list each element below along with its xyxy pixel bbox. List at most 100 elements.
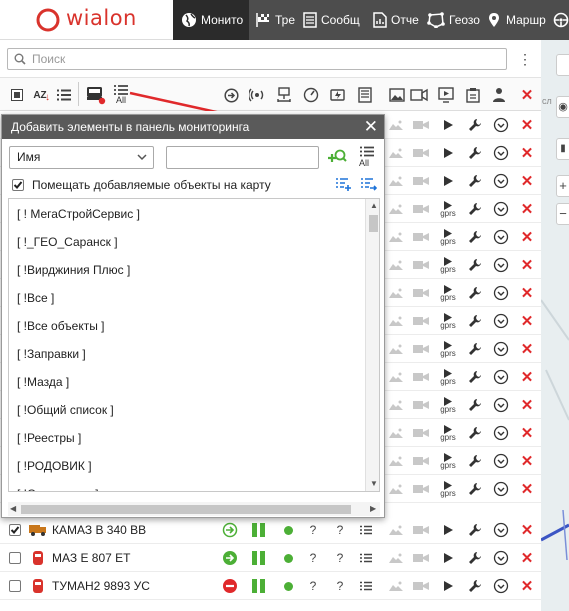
wrench-icon[interactable] <box>465 544 485 572</box>
send-command-gprs-icon[interactable]: gprs <box>438 475 458 503</box>
image-icon[interactable] <box>386 279 406 307</box>
wrench-icon[interactable] <box>465 167 485 195</box>
delete-icon[interactable]: ✕ <box>517 223 537 251</box>
more-options-icon[interactable]: ⋮ <box>518 50 532 68</box>
select-all-checkbox[interactable] <box>8 86 26 104</box>
delete-icon[interactable]: ✕ <box>517 139 537 167</box>
image-icon[interactable] <box>386 111 406 139</box>
send-command-gprs-icon[interactable]: gprs <box>438 195 458 223</box>
unit-checkbox[interactable] <box>7 544 23 572</box>
delete-icon[interactable]: ✕ <box>517 391 537 419</box>
video-icon[interactable] <box>410 86 428 104</box>
unit-name[interactable]: ТУМАН2 9893 УС <box>52 572 150 600</box>
online-dot-icon[interactable] <box>278 544 298 572</box>
image-icon[interactable] <box>386 335 406 363</box>
group-list[interactable]: [ ! МегаСтройСервис ] [ !_ГЕО_Саранск ] [ … <box>8 198 380 492</box>
send-command-gprs-icon[interactable]: gprs <box>438 335 458 363</box>
video-icon[interactable] <box>411 572 431 600</box>
moving-status-icon[interactable] <box>221 516 239 544</box>
chevron-circle-icon[interactable] <box>491 572 511 600</box>
horizontal-scrollbar[interactable]: ◀ ▶ <box>8 502 380 516</box>
wrench-icon[interactable] <box>465 335 485 363</box>
send-command-gprs-icon[interactable]: gprs <box>438 307 458 335</box>
video-icon[interactable] <box>411 335 431 363</box>
chevron-circle-icon[interactable] <box>491 516 511 544</box>
go-status-icon[interactable] <box>221 544 239 572</box>
search-field[interactable] <box>7 48 507 70</box>
logo[interactable]: wialon <box>0 0 173 40</box>
image-icon[interactable] <box>386 195 406 223</box>
play-icon[interactable] <box>438 572 458 600</box>
image-icon[interactable] <box>386 516 406 544</box>
wrench-icon[interactable] <box>465 139 485 167</box>
blocked-status-icon[interactable] <box>221 572 239 600</box>
chevron-circle-icon[interactable] <box>491 391 511 419</box>
video-icon[interactable] <box>411 223 431 251</box>
document-icon[interactable] <box>356 86 374 104</box>
video-icon[interactable] <box>411 251 431 279</box>
image-icon[interactable] <box>386 572 406 600</box>
delete-icon[interactable]: ✕ <box>517 516 537 544</box>
delete-icon[interactable]: ✕ <box>517 167 537 195</box>
chevron-circle-icon[interactable] <box>491 195 511 223</box>
unit-name[interactable]: КАМАЗ В 340 ВВ <box>52 516 146 544</box>
image-icon[interactable] <box>386 167 406 195</box>
unit-row[interactable]: ТУМАН2 9893 УС ?? ✕ <box>0 572 541 600</box>
group-item[interactable]: [ !Реестры ] <box>17 431 81 445</box>
question-icon[interactable]: ? <box>330 572 350 600</box>
speedometer-icon[interactable] <box>302 86 320 104</box>
send-command-gprs-icon[interactable]: gprs <box>438 223 458 251</box>
chevron-circle-icon[interactable] <box>491 307 511 335</box>
battery-icon[interactable] <box>329 86 347 104</box>
scroll-up-icon[interactable]: ▲ <box>370 201 378 210</box>
list-icon[interactable] <box>356 516 376 544</box>
chevron-circle-icon[interactable] <box>491 544 511 572</box>
add-all-icon[interactable]: All <box>358 145 376 169</box>
search-input[interactable] <box>32 51 492 67</box>
sort-az-icon[interactable]: AZ ↓ <box>30 86 50 104</box>
video-icon[interactable] <box>411 167 431 195</box>
add-search-icon[interactable] <box>327 147 347 167</box>
commands-icon[interactable] <box>464 86 482 104</box>
chevron-circle-icon[interactable] <box>491 447 511 475</box>
question-icon[interactable]: ? <box>303 516 323 544</box>
image-icon[interactable] <box>386 223 406 251</box>
add-list-icon[interactable] <box>336 177 354 193</box>
connection-icon[interactable] <box>248 86 266 104</box>
group-item[interactable]: [ !РОДОВИК ] <box>17 459 92 473</box>
send-command-gprs-icon[interactable]: gprs <box>438 447 458 475</box>
tab-tracks[interactable]: Тре <box>249 0 297 40</box>
question-icon[interactable]: ? <box>330 544 350 572</box>
wrench-icon[interactable] <box>465 475 485 503</box>
video-icon[interactable] <box>411 447 431 475</box>
delete-icon[interactable]: ✕ <box>517 544 537 572</box>
delete-icon[interactable]: ✕ <box>517 251 537 279</box>
tab-routes[interactable]: Маршр <box>480 0 550 40</box>
add-list-arrow-icon[interactable] <box>361 177 379 193</box>
wrench-icon[interactable] <box>465 307 485 335</box>
video-icon[interactable] <box>411 475 431 503</box>
image-icon[interactable] <box>388 86 406 104</box>
unit-row[interactable]: МАЗ Е 807 ЕТ ?? ✕ <box>0 544 541 572</box>
group-item[interactable]: [ !_ГЕО_Саранск ] <box>17 235 118 249</box>
tab-geofences[interactable]: Геозо <box>422 0 480 40</box>
delete-icon[interactable]: ✕ <box>517 419 537 447</box>
delete-all-icon[interactable]: ✕ <box>518 86 536 104</box>
network-icon[interactable] <box>275 86 293 104</box>
wrench-icon[interactable] <box>465 572 485 600</box>
ignition-bars-icon[interactable] <box>248 572 268 600</box>
group-item[interactable]: [ ! МегаСтройСервис ] <box>17 207 140 221</box>
play-icon[interactable] <box>438 544 458 572</box>
wrench-icon[interactable] <box>465 391 485 419</box>
video-icon[interactable] <box>411 139 431 167</box>
driver-icon[interactable] <box>490 86 508 104</box>
scroll-right-icon[interactable]: ▶ <box>370 504 376 513</box>
ignition-bars-icon[interactable] <box>248 516 268 544</box>
wrench-icon[interactable] <box>465 419 485 447</box>
map-area[interactable]: сл ◉ ▮ + − <box>541 40 569 611</box>
video-icon[interactable] <box>411 363 431 391</box>
delete-icon[interactable]: ✕ <box>517 279 537 307</box>
wrench-icon[interactable] <box>465 223 485 251</box>
video-icon[interactable] <box>411 391 431 419</box>
video-icon[interactable] <box>411 279 431 307</box>
